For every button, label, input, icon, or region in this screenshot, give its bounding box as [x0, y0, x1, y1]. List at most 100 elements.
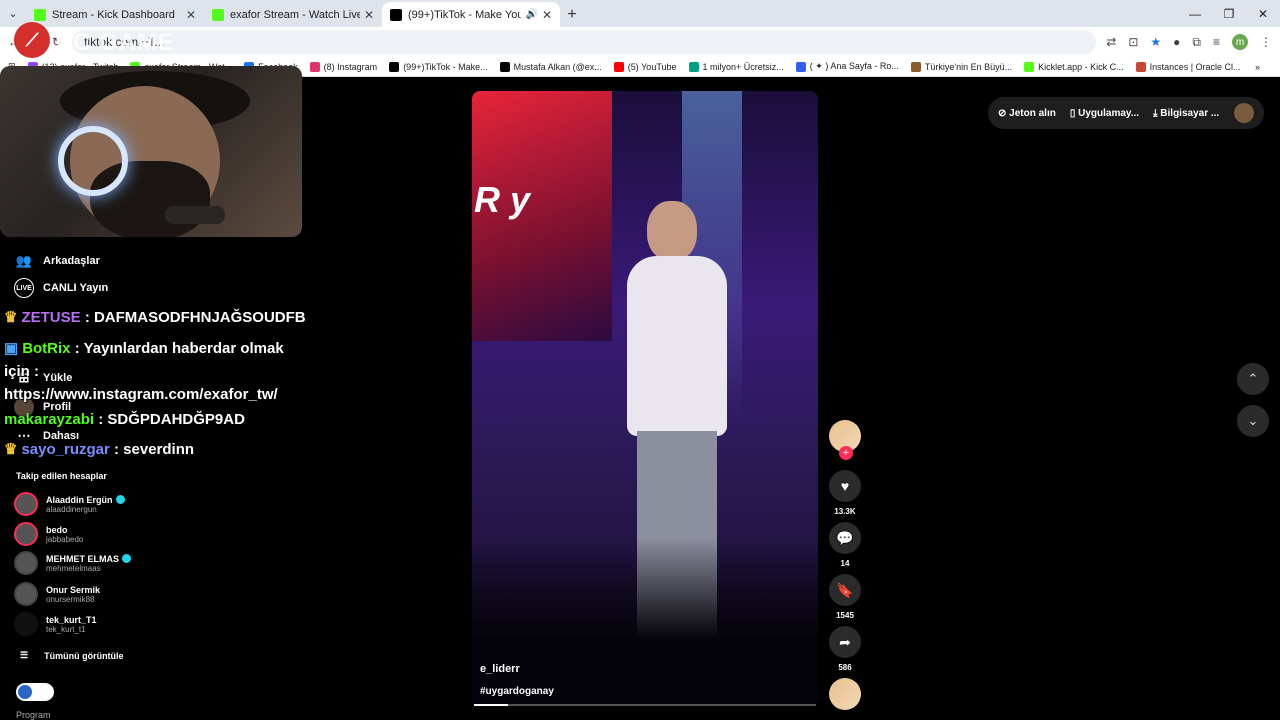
bookmark-item[interactable]: Türkiye'nin En Büyü... [910, 61, 1012, 72]
chevron-down-icon: ⌄ [1247, 413, 1259, 428]
more-bookmarks-icon[interactable]: » [1255, 62, 1260, 72]
live-icon: LIVE [14, 278, 34, 298]
video-player[interactable]: R y [472, 91, 818, 707]
menu-kebab-icon[interactable]: ⋮ [1260, 35, 1272, 49]
share-arrow-icon: ➦ [839, 633, 851, 650]
performer-head [647, 201, 697, 261]
show-all-link[interactable]: ☰ Tümünü görüntüle [20, 650, 124, 661]
bot-badge-icon: ▣ [4, 340, 19, 357]
program-link[interactable]: Program [16, 710, 51, 720]
bookmark-item[interactable]: (8) Instagram [309, 61, 377, 72]
heart-icon: ♥ [840, 478, 850, 494]
video-progress-bar[interactable] [474, 704, 816, 706]
following-account[interactable]: bedo jabbabedo [14, 522, 83, 546]
browser-tab-active[interactable]: (99+)TikTok - Make Your Day 🔊 ✕ [382, 2, 560, 27]
crown-badge-icon: ♛ [4, 309, 18, 326]
chat-username: BotRix [22, 340, 71, 357]
bookmark-label: (99+)TikTok - Make... [403, 61, 488, 72]
chat-username: sayo_ruzgar [21, 441, 110, 458]
chat-text: : DAFMASODFHNJAĞSOUDFB [84, 309, 306, 326]
tab-title: (99+)TikTok - Make Your Day [408, 8, 522, 21]
account-handle: alaaddinergun [46, 504, 97, 514]
comment-icon: 💬 [836, 529, 854, 546]
extensions-puzzle-icon[interactable]: ⧉ [1192, 35, 1201, 50]
friends-icon: 👥 [15, 253, 33, 268]
bookmark-item[interactable]: ( ✦ ) Ana Sayfa - Ro... [795, 61, 899, 72]
following-account[interactable]: Onur Sermik onursermik88 [14, 582, 100, 606]
profile-avatar[interactable]: m [1232, 34, 1248, 50]
bookmark-label: Instances | Oracle Cl... [1149, 61, 1241, 72]
share-count: 586 [838, 663, 852, 672]
translate-icon[interactable]: ⇄ [1106, 35, 1116, 49]
like-count: 13.3K [834, 507, 856, 516]
top-action-bar: ⊘ Jeton alın ▯ Uygulamay... ⤓ Bilgisayar… [988, 97, 1264, 129]
user-avatar[interactable] [1234, 103, 1254, 123]
new-tab-button[interactable]: + [560, 2, 584, 27]
following-account[interactable]: tek_kurt_T1 tek_kurt_t1 [14, 612, 97, 636]
following-account[interactable]: MEHMET ELMAS mehmetelmaas [14, 551, 131, 575]
tab-search-button[interactable]: ⌄ [0, 0, 26, 27]
sidebar-item-live[interactable]: LIVE CANLI Yayın [14, 278, 108, 298]
close-tab-icon[interactable]: ✕ [364, 8, 374, 22]
verified-badge-icon [122, 554, 131, 563]
kicklet-icon [1024, 61, 1035, 72]
install-app-icon[interactable]: ⊡ [1128, 35, 1138, 49]
headphones-icon [58, 126, 128, 196]
get-app-button[interactable]: ▯ Uygulamay... [1070, 108, 1139, 119]
sound-disc-avatar[interactable] [829, 678, 861, 710]
extension-icon[interactable]: ● [1173, 35, 1180, 49]
video-hashtag[interactable]: #uygardoganay [480, 686, 554, 697]
save-button[interactable]: 🔖 [829, 574, 861, 606]
comment-count: 14 [840, 559, 850, 568]
get-coins-button[interactable]: ⊘ Jeton alın [998, 108, 1056, 119]
close-window-icon[interactable]: ✕ [1246, 0, 1280, 27]
avatar [14, 612, 38, 636]
toolbar-icons: ⇄ ⊡ ★ ● ⧉ ≡ m ⋮ [1106, 34, 1272, 50]
following-account[interactable]: Alaaddin Ergün alaaddinergun [14, 492, 125, 516]
avatar [14, 551, 38, 575]
restore-icon[interactable]: ❐ [1212, 0, 1246, 27]
like-button[interactable]: ♥ [829, 470, 861, 502]
sidebar-item-friends[interactable]: 👥 Arkadaşlar [14, 251, 100, 271]
previous-video-button[interactable]: ⌃ [1237, 363, 1269, 395]
account-name: Alaaddin Ergün [46, 494, 113, 505]
bookmark-label: 1 milyon+ Ücretsiz... [702, 61, 784, 72]
video-author[interactable]: e_liderr [480, 663, 520, 675]
bookmark-label: Kicklet.app - Kick C... [1038, 61, 1124, 72]
share-button[interactable]: ➦ [829, 626, 861, 658]
browser-tab[interactable]: exafor Stream - Watch Live on Kick ✕ [204, 2, 382, 27]
close-tab-icon[interactable]: ✕ [186, 8, 196, 22]
close-tab-icon[interactable]: ✕ [542, 8, 552, 22]
bookmark-star-icon[interactable]: ★ [1150, 35, 1161, 49]
get-coins-label: Jeton alın [1009, 107, 1056, 119]
address-bar[interactable]: tiktok.com/~T... [72, 30, 1097, 54]
pexels-icon [688, 61, 699, 72]
bookmark-icon: 🔖 [836, 581, 854, 598]
account-handle: mehmetelmaas [46, 563, 101, 573]
desktop-app-button[interactable]: ⤓ Bilgisayar ... [1153, 108, 1219, 119]
bookmark-item[interactable]: (99+)TikTok - Make... [389, 61, 488, 72]
audio-playing-icon[interactable]: 🔊 [525, 9, 537, 20]
chat-text: : SDĞPDAHDĞP9AD [98, 411, 245, 428]
browser-tab[interactable]: Stream - Kick Dashboard ✕ [26, 2, 204, 27]
webcam-feed [0, 66, 302, 237]
account-handle: jabbabedo [46, 534, 84, 544]
avatar [14, 492, 38, 516]
save-count: 1545 [836, 611, 854, 620]
chat-username: ZETUSE [21, 309, 81, 326]
account-handle: tek_kurt_t1 [46, 624, 86, 634]
bookmark-item[interactable]: (5) YouTube [613, 61, 677, 72]
bookmark-item[interactable]: 1 milyon+ Ücretsiz... [688, 61, 784, 72]
next-video-button[interactable]: ⌄ [1237, 405, 1269, 437]
chat-message: makarayzabi : SDĞPDAHDĞP9AD [4, 411, 245, 428]
bookmark-item[interactable]: Mustafa Alkan (@ex... [499, 61, 602, 72]
media-control-icon[interactable]: ≡ [1213, 35, 1220, 49]
bookmark-item[interactable]: Kicklet.app - Kick C... [1024, 61, 1124, 72]
comment-button[interactable]: 💬 [829, 522, 861, 554]
theme-toggle[interactable] [16, 683, 54, 701]
bookmark-item[interactable]: Instances | Oracle Cl... [1135, 61, 1241, 72]
follow-plus-icon[interactable]: + [839, 446, 853, 460]
minimize-icon[interactable]: — [1178, 0, 1212, 27]
video-progress-fill [474, 704, 509, 706]
kick-favicon-icon [212, 8, 224, 21]
